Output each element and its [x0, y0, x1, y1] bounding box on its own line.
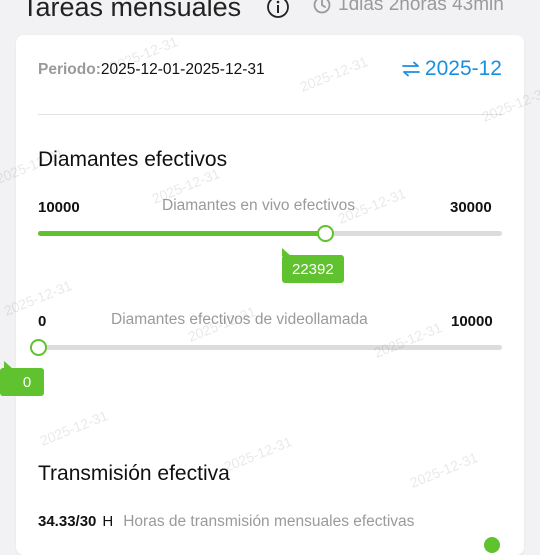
transmission-hours: 34.33/30 H Horas de transmisión mensuale…	[38, 513, 414, 531]
tasks-card: Periodo:2025-12-01-2025-12-31 2025-12 Di…	[0, 35, 524, 555]
countdown: 1dias 2horas 43min	[312, 0, 504, 16]
live-max: 30000	[450, 199, 492, 216]
month-selector[interactable]: 2025-12	[401, 57, 502, 81]
live-value-tooltip: 22392	[282, 248, 344, 283]
live-label: Diamantes en vivo efectivos	[162, 197, 355, 214]
live-min: 10000	[38, 199, 80, 216]
video-min: 0	[38, 313, 47, 330]
live-progress-track	[38, 225, 502, 242]
video-progress-track	[30, 339, 502, 356]
video-label: Diamantes efectivos de videollamada	[111, 311, 368, 328]
info-icon[interactable]	[266, 0, 290, 19]
hours-label: Horas de transmisión mensuales efectivas	[123, 513, 415, 530]
countdown-text: 1dias 2horas 43min	[338, 0, 504, 15]
video-progress-thumb	[30, 339, 47, 356]
month-value: 2025-12	[424, 57, 502, 80]
period-value: 2025-12-01-2025-12-31	[100, 61, 265, 78]
live-progress-thumb	[317, 225, 335, 242]
hours-value: 34.33/30	[38, 513, 97, 530]
page-title: Tareas mensuales	[22, 0, 242, 22]
period-label: Periodo:	[38, 61, 101, 78]
video-value-tooltip: 0	[0, 361, 44, 396]
header: Tareas mensuales 1dias 2horas 43min	[0, 0, 540, 26]
divider	[38, 114, 502, 115]
diamonds-section-title: Diamantes efectivos	[38, 148, 228, 171]
live-progress-fill	[38, 231, 326, 236]
video-max: 10000	[451, 313, 493, 330]
transmission-progress-thumb	[484, 537, 500, 553]
swap-icon	[402, 61, 420, 77]
clock-icon	[313, 0, 331, 14]
hours-unit: H	[102, 513, 114, 530]
period: Periodo:2025-12-01-2025-12-31	[38, 61, 265, 79]
transmission-section-title: Transmisión efectiva	[38, 462, 230, 485]
